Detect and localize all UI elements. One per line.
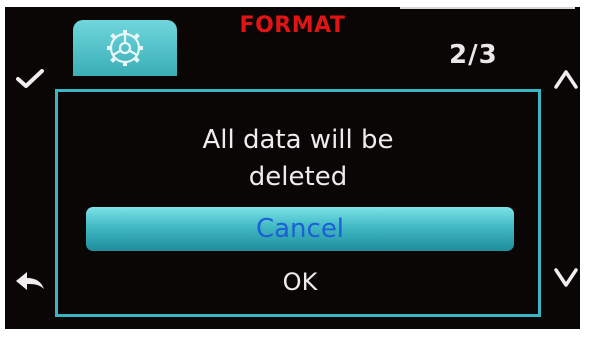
back-arrow-icon[interactable] xyxy=(13,269,47,293)
device-screen: FORMAT 2/3 All data will be deleted Canc… xyxy=(5,7,580,329)
page-indicator: 2/3 xyxy=(449,40,498,70)
chevron-up-icon[interactable] xyxy=(553,67,579,91)
format-confirm-dialog: All data will be deleted Cancel OK xyxy=(55,89,541,317)
ok-button[interactable]: OK xyxy=(86,262,514,302)
dialog-message-line1: All data will be xyxy=(202,125,394,155)
checkmark-icon[interactable] xyxy=(15,67,45,91)
top-divider xyxy=(400,7,575,9)
chevron-down-icon[interactable] xyxy=(553,266,579,290)
page-title: FORMAT xyxy=(239,13,346,38)
cancel-button[interactable]: Cancel xyxy=(86,207,514,251)
dialog-message: All data will be deleted xyxy=(58,122,538,196)
dialog-message-line2: deleted xyxy=(248,162,348,192)
